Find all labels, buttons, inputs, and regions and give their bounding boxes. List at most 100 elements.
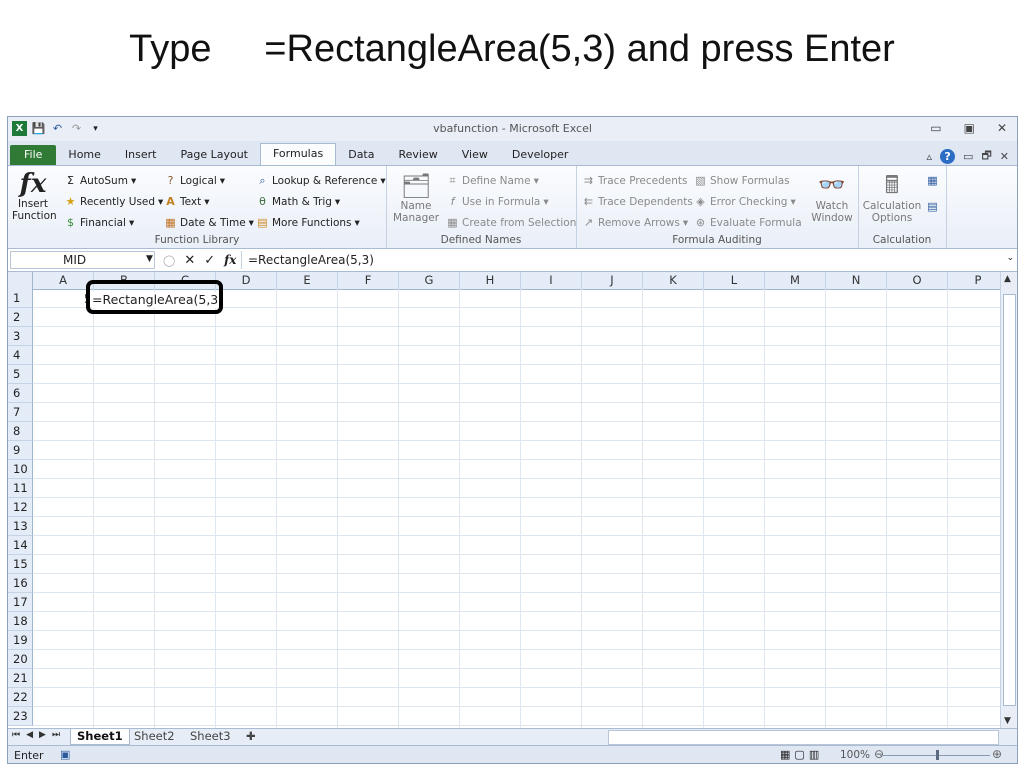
tab-formulas[interactable]: Formulas bbox=[260, 143, 337, 165]
define-name-button[interactable]: ⌗ Define Name ▾ bbox=[446, 174, 538, 187]
doc-close-icon[interactable]: ✕ bbox=[1000, 150, 1009, 163]
scroll-down-icon[interactable]: ▼ bbox=[1004, 716, 1011, 726]
autosum-button[interactable]: Σ AutoSum ▾ bbox=[64, 174, 136, 187]
cancel-icon[interactable]: ✕ bbox=[184, 253, 195, 268]
insert-function-button[interactable]: fx Insert Function bbox=[12, 170, 57, 222]
column-header-f[interactable]: F bbox=[338, 272, 399, 289]
column-header-p[interactable]: P bbox=[948, 272, 1002, 289]
expand-formula-bar-icon[interactable]: ⌄ bbox=[1006, 253, 1014, 263]
zoom-level[interactable]: 100% bbox=[840, 749, 870, 761]
row-header-5[interactable]: 5 bbox=[8, 365, 33, 384]
row-header-19[interactable]: 19 bbox=[8, 631, 33, 650]
use-in-formula-button[interactable]: f Use in Formula ▾ bbox=[446, 195, 549, 208]
insert-function-icon[interactable]: fx bbox=[224, 253, 236, 267]
recently-used-button[interactable]: ★ Recently Used ▾ bbox=[64, 195, 164, 208]
column-header-o[interactable]: O bbox=[887, 272, 948, 289]
first-sheet-icon[interactable]: ⏮ bbox=[12, 730, 20, 740]
date-time-button[interactable]: ▦ Date & Time ▾ bbox=[164, 216, 254, 229]
page-layout-view-icon[interactable]: ▢ bbox=[794, 748, 804, 761]
select-all-corner[interactable] bbox=[8, 272, 33, 289]
horizontal-scrollbar[interactable] bbox=[608, 730, 999, 745]
financial-button[interactable]: $ Financial ▾ bbox=[64, 216, 134, 229]
column-header-k[interactable]: K bbox=[643, 272, 704, 289]
tab-developer[interactable]: Developer bbox=[500, 145, 581, 165]
text-button[interactable]: A Text ▾ bbox=[164, 195, 209, 208]
row-header-23[interactable]: 23 bbox=[8, 707, 33, 726]
sheet-tab-sheet2[interactable]: Sheet2 bbox=[128, 729, 181, 744]
sheet-tab-sheet1[interactable]: Sheet1 bbox=[70, 729, 130, 745]
row-header-17[interactable]: 17 bbox=[8, 593, 33, 612]
row-header-6[interactable]: 6 bbox=[8, 384, 33, 403]
column-header-g[interactable]: G bbox=[399, 272, 460, 289]
scroll-up-icon[interactable]: ▲ bbox=[1004, 274, 1011, 284]
tab-file[interactable]: File bbox=[10, 145, 57, 165]
name-box-dropdown-icon[interactable]: ▼ bbox=[146, 254, 153, 264]
insert-sheet-icon[interactable]: ✚ bbox=[240, 729, 262, 744]
row-header-14[interactable]: 14 bbox=[8, 536, 33, 555]
formula-input[interactable]: =RectangleArea(5,3) bbox=[241, 251, 1001, 269]
row-header-3[interactable]: 3 bbox=[8, 327, 33, 346]
column-header-e[interactable]: E bbox=[277, 272, 338, 289]
prev-sheet-icon[interactable]: ◀ bbox=[26, 730, 33, 740]
last-sheet-icon[interactable]: ⏭ bbox=[52, 730, 60, 740]
row-header-9[interactable]: 9 bbox=[8, 441, 33, 460]
minimize-icon[interactable]: ▭ bbox=[930, 121, 941, 135]
evaluate-formula-button[interactable]: ⊛ Evaluate Formula bbox=[694, 216, 802, 229]
row-header-18[interactable]: 18 bbox=[8, 612, 33, 631]
row-header-16[interactable]: 16 bbox=[8, 574, 33, 593]
zoom-out-icon[interactable]: ⊖ bbox=[874, 747, 884, 761]
column-header-i[interactable]: I bbox=[521, 272, 582, 289]
lookup-reference-button[interactable]: ⌕ Lookup & Reference ▾ bbox=[256, 174, 385, 187]
name-manager-button[interactable]: 🗂 Name Manager bbox=[392, 172, 440, 224]
column-header-j[interactable]: J bbox=[582, 272, 643, 289]
restore-icon[interactable]: ▣ bbox=[964, 121, 975, 135]
enter-icon[interactable]: ✓ bbox=[204, 253, 215, 268]
page-break-view-icon[interactable]: ▥ bbox=[809, 748, 819, 761]
column-header-a[interactable]: A bbox=[33, 272, 94, 289]
trace-dependents-button[interactable]: ⇇ Trace Dependents bbox=[582, 195, 693, 208]
doc-minimize-icon[interactable]: ▭ bbox=[963, 150, 973, 163]
zoom-slider-knob[interactable] bbox=[936, 750, 939, 760]
vertical-scrollbar[interactable]: ▲ ▼ bbox=[1000, 272, 1017, 728]
column-header-h[interactable]: H bbox=[460, 272, 521, 289]
tab-review[interactable]: Review bbox=[386, 145, 449, 165]
help-icon[interactable]: ? bbox=[940, 149, 956, 164]
create-from-selection-button[interactable]: ▦ Create from Selection bbox=[446, 216, 576, 229]
row-header-11[interactable]: 11 bbox=[8, 479, 33, 498]
tab-page-layout[interactable]: Page Layout bbox=[168, 145, 260, 165]
row-header-1[interactable]: 1 bbox=[8, 289, 33, 308]
row-header-10[interactable]: 10 bbox=[8, 460, 33, 479]
name-box[interactable]: MID bbox=[10, 251, 155, 269]
column-header-n[interactable]: N bbox=[826, 272, 887, 289]
calculate-now-button[interactable]: ▦ bbox=[926, 174, 939, 187]
vertical-scroll-thumb[interactable] bbox=[1003, 294, 1016, 706]
calculate-sheet-button[interactable]: ▤ bbox=[926, 200, 939, 213]
close-icon[interactable]: ✕ bbox=[997, 121, 1007, 135]
tab-view[interactable]: View bbox=[450, 145, 500, 165]
math-trig-button[interactable]: θ Math & Trig ▾ bbox=[256, 195, 340, 208]
row-header-21[interactable]: 21 bbox=[8, 669, 33, 688]
tab-insert[interactable]: Insert bbox=[113, 145, 169, 165]
row-header-7[interactable]: 7 bbox=[8, 403, 33, 422]
worksheet-grid[interactable]: ABCDEFGHIJKLMNOP 1 2 3 4 5 6 7 8 9 10 11 12 13 14 15 16… bbox=[8, 272, 1002, 728]
show-formulas-button[interactable]: ▧ Show Formulas bbox=[694, 174, 789, 187]
trace-precedents-button[interactable]: ⇉ Trace Precedents bbox=[582, 174, 688, 187]
zoom-in-icon[interactable]: ⊕ bbox=[992, 747, 1002, 761]
column-header-m[interactable]: M bbox=[765, 272, 826, 289]
row-header-22[interactable]: 22 bbox=[8, 688, 33, 707]
zoom-slider[interactable] bbox=[880, 755, 990, 756]
row-header-12[interactable]: 12 bbox=[8, 498, 33, 517]
error-checking-button[interactable]: ◈ Error Checking ▾ bbox=[694, 195, 795, 208]
calculation-options-button[interactable]: 🖩 Calculation Options bbox=[862, 170, 922, 224]
row-header-13[interactable]: 13 bbox=[8, 517, 33, 536]
more-functions-button[interactable]: ▤ More Functions ▾ bbox=[256, 216, 359, 229]
row-header-4[interactable]: 4 bbox=[8, 346, 33, 365]
row-header-8[interactable]: 8 bbox=[8, 422, 33, 441]
next-sheet-icon[interactable]: ▶ bbox=[39, 730, 46, 740]
tab-home[interactable]: Home bbox=[56, 145, 112, 165]
macro-record-icon[interactable]: ▣ bbox=[60, 748, 70, 761]
row-header-15[interactable]: 15 bbox=[8, 555, 33, 574]
column-header-l[interactable]: L bbox=[704, 272, 765, 289]
sheet-tab-sheet3[interactable]: Sheet3 bbox=[184, 729, 237, 744]
row-header-2[interactable]: 2 bbox=[8, 308, 33, 327]
